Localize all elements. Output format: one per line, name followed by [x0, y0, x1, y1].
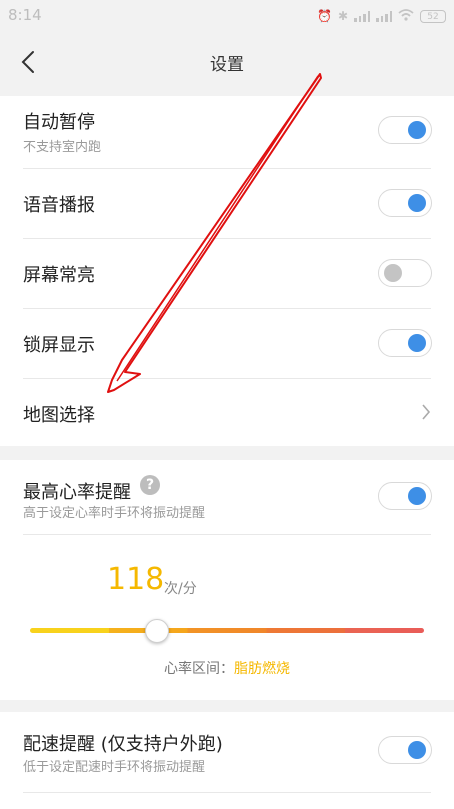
voice-toggle[interactable]: [378, 189, 432, 217]
toggle-knob: [408, 194, 426, 212]
alarm-icon: ⏰: [316, 9, 332, 23]
heart-rate-zone: 心率区间：脂肪燃烧: [0, 658, 454, 678]
toggle-knob: [408, 741, 426, 759]
zone-value: 脂肪燃烧: [234, 661, 290, 677]
heart-rate-unit: 次/分: [164, 581, 197, 597]
toggle-knob: [408, 487, 426, 505]
status-icons: ⏰ ✱ 52: [317, 6, 446, 26]
wifi-icon: [398, 8, 414, 24]
heart-rate-toggle[interactable]: [378, 482, 432, 510]
pace-card: 配速提醒 (仅支持户外跑) 低于设定配速时手环将振动提醒: [0, 712, 454, 809]
setting-label-screen-on: 屏幕常亮: [23, 265, 95, 286]
help-icon[interactable]: ?: [140, 475, 160, 495]
zone-label: 心率区间：: [164, 661, 234, 677]
chevron-right-icon: [422, 404, 431, 420]
lockscreen-toggle[interactable]: [378, 329, 432, 357]
status-bar: 8:14 ⏰ ✱ 52: [0, 0, 454, 32]
heart-rate-slider-thumb[interactable]: [145, 619, 170, 643]
pace-sub: 低于设定配速时手环将振动提醒: [23, 760, 206, 775]
heart-rate-label: 最高心率提醒: [23, 482, 131, 503]
heart-rate-value: 118: [107, 562, 165, 597]
title-bar: 设置: [0, 32, 454, 92]
general-settings-card: 自动暂停 不支持室内跑 语音播报 屏幕常亮 锁屏显示 地图选择: [0, 96, 454, 446]
toggle-knob: [408, 121, 426, 139]
setting-row-auto-pause[interactable]: 自动暂停 不支持室内跑: [0, 96, 454, 168]
divider: [23, 534, 431, 535]
setting-row-screen-on[interactable]: 屏幕常亮: [0, 238, 454, 308]
setting-row-lockscreen[interactable]: 锁屏显示: [0, 308, 454, 378]
bluetooth-icon: ✱: [337, 9, 348, 23]
toggle-knob: [408, 334, 426, 352]
setting-row-pace[interactable]: 配速提醒 (仅支持户外跑) 低于设定配速时手环将振动提醒: [0, 712, 454, 792]
pace-toggle[interactable]: [378, 736, 432, 764]
status-time: 8:14: [8, 6, 42, 24]
setting-row-map[interactable]: 地图选择: [0, 378, 454, 446]
divider: [23, 792, 431, 793]
setting-label-voice: 语音播报: [23, 195, 95, 216]
setting-label-lockscreen: 锁屏显示: [23, 335, 95, 356]
setting-row-heart-rate[interactable]: 最高心率提醒 ? 高于设定心率时手环将振动提醒: [0, 460, 454, 532]
screen-on-toggle[interactable]: [378, 259, 432, 287]
auto-pause-toggle[interactable]: [378, 116, 432, 144]
heart-rate-slider-track[interactable]: [30, 628, 424, 633]
heart-rate-card: 最高心率提醒 ? 高于设定心率时手环将振动提醒 118 次/分 心率区间：脂肪燃…: [0, 460, 454, 700]
heart-rate-sub: 高于设定心率时手环将振动提醒: [23, 506, 206, 521]
setting-row-voice[interactable]: 语音播报: [0, 168, 454, 238]
battery-icon: 52: [420, 9, 446, 23]
pace-label: 配速提醒 (仅支持户外跑): [23, 734, 223, 755]
setting-label-map: 地图选择: [23, 405, 95, 426]
page-title: 设置: [210, 55, 244, 75]
signal-icon: [354, 10, 370, 22]
signal-icon-2: [376, 10, 392, 22]
setting-label-auto-pause: 自动暂停: [23, 112, 95, 133]
setting-sub-auto-pause: 不支持室内跑: [23, 140, 102, 155]
toggle-knob: [384, 264, 402, 282]
